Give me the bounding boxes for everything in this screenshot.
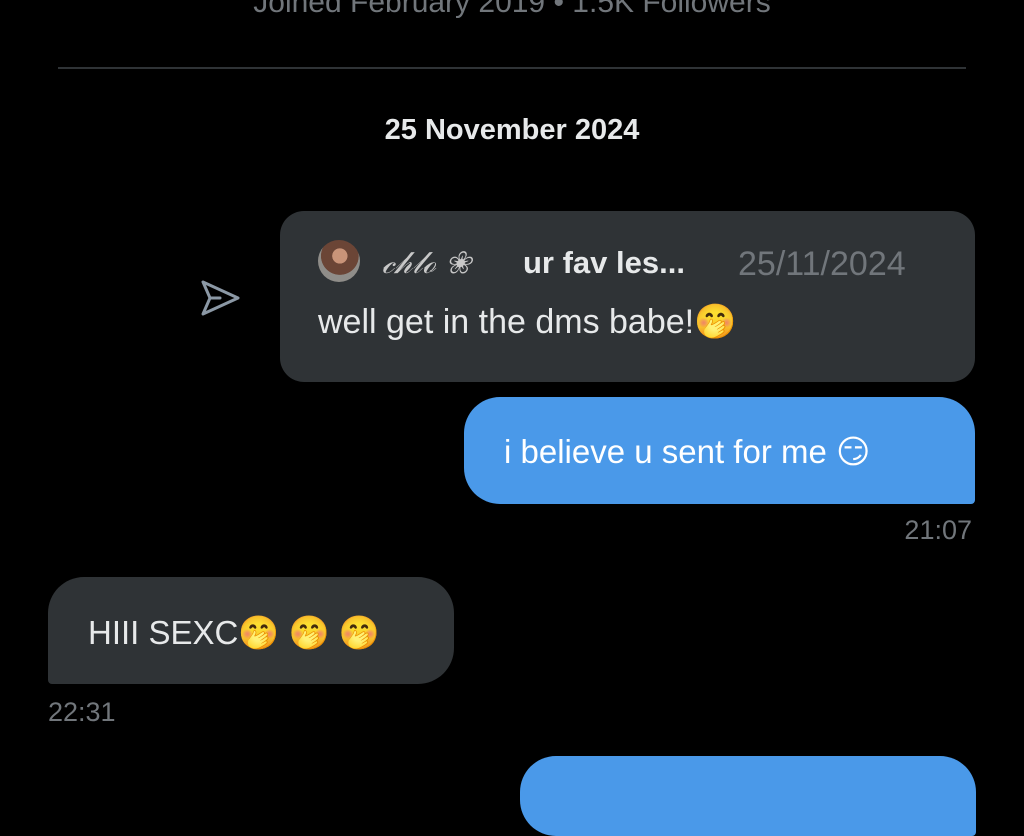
message-text: i believe u sent for me 😏 [504, 433, 871, 470]
quoted-post-card[interactable]: 𝒸𝒽𝓁ℴ ❀ ur fav les... 25/11/2024 well get… [280, 211, 975, 382]
message-timestamp: 22:31 [48, 697, 116, 727]
avatar [318, 240, 360, 282]
date-separator: 25 November 2024 [384, 114, 640, 146]
message-bubble-outgoing-partial[interactable] [520, 756, 976, 836]
message-timestamp: 21:07 [904, 515, 972, 545]
quoted-post-date: 25/11/2024 [738, 245, 906, 283]
profile-joined-followers: Joined February 2019 • 1.5K Followers [253, 0, 771, 19]
message-bubble-outgoing[interactable]: i believe u sent for me 😏 [464, 397, 975, 504]
paper-plane-icon[interactable] [198, 278, 242, 318]
message-bubble-incoming[interactable]: HIII SEXC🤭 🤭 🤭 [48, 577, 454, 684]
quoted-author-handle: ur fav les... [523, 245, 685, 280]
message-text: HIII SEXC🤭 🤭 🤭 [88, 614, 380, 651]
quoted-post-text: well get in the dms babe!🤭 [318, 303, 737, 341]
quoted-author-name: 𝒸𝒽𝓁ℴ ❀ [382, 245, 471, 281]
divider [58, 67, 966, 69]
